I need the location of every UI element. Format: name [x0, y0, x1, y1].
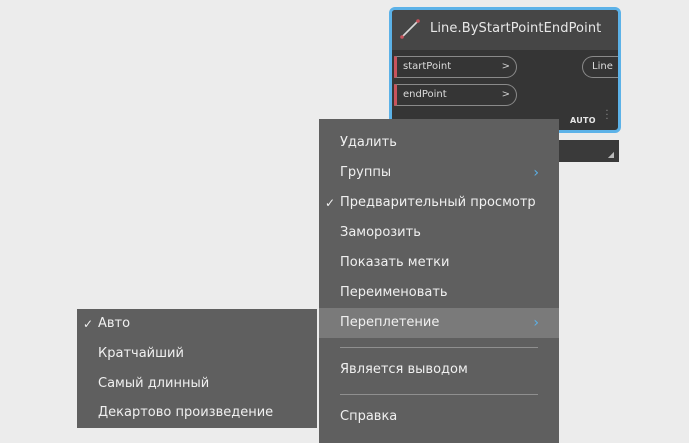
chevron-right-icon: ›: [533, 315, 539, 331]
input-port-end-point[interactable]: endPoint >: [394, 84, 517, 106]
menu-item-groups[interactable]: Группы ›: [319, 158, 559, 188]
chevron-right-icon: ›: [533, 165, 539, 181]
menu-item-is-output[interactable]: Является выводом: [319, 355, 559, 385]
submenu-item-longest[interactable]: Самый длинный: [77, 369, 317, 399]
menu-item-label: Авто: [98, 316, 131, 331]
check-icon: ✓: [83, 317, 94, 331]
menu-item-help[interactable]: Справка: [319, 402, 559, 432]
menu-item-freeze[interactable]: Заморозить: [319, 218, 559, 248]
line-icon: [400, 19, 420, 39]
port-label: endPoint: [403, 89, 447, 100]
menu-item-label: Кратчайший: [98, 346, 184, 361]
submenu-item-auto[interactable]: ✓ Авто: [77, 309, 317, 339]
menu-item-label: Переплетение: [340, 315, 440, 330]
menu-separator: [340, 394, 538, 395]
menu-separator: [340, 347, 538, 348]
menu-item-label: Предварительный просмотр: [340, 195, 536, 210]
menu-item-label: Удалить: [340, 135, 397, 150]
menu-item-preview[interactable]: ✓ Предварительный просмотр: [319, 188, 559, 218]
output-port-line[interactable]: Line: [582, 56, 618, 78]
node-context-menu: Удалить Группы › ✓ Предварительный просм…: [319, 119, 559, 443]
submenu-item-shortest[interactable]: Кратчайший: [77, 339, 317, 369]
workspace-canvas[interactable]: Line.ByStartPointEndPoint startPoint > e…: [0, 0, 689, 443]
chevron-right-icon: >: [501, 61, 510, 72]
node-line-by-start-point-end-point[interactable]: Line.ByStartPointEndPoint startPoint > e…: [389, 7, 621, 133]
menu-item-label: Является выводом: [340, 362, 468, 377]
menu-item-label: Самый длинный: [98, 376, 210, 391]
more-options-icon[interactable]: · · ·: [605, 107, 609, 125]
port-label: Line: [592, 61, 613, 72]
check-icon: ✓: [325, 196, 336, 210]
submenu-item-cross-product[interactable]: Декартово произведение: [77, 398, 317, 428]
node-header[interactable]: Line.ByStartPointEndPoint: [392, 10, 618, 50]
input-port-start-point[interactable]: startPoint >: [394, 56, 517, 78]
menu-item-label: Заморозить: [340, 225, 421, 240]
node-title: Line.ByStartPointEndPoint: [430, 21, 602, 36]
menu-item-label: Показать метки: [340, 255, 450, 270]
menu-item-show-labels[interactable]: Показать метки: [319, 248, 559, 278]
menu-item-label: Группы: [340, 165, 392, 180]
port-label: startPoint: [403, 61, 452, 72]
menu-item-label: Переименовать: [340, 285, 448, 300]
chevron-right-icon: >: [501, 89, 510, 100]
menu-item-label: Декартово произведение: [98, 405, 274, 420]
resize-grip-icon[interactable]: ◢: [608, 150, 614, 159]
lacing-indicator: AUTO: [570, 116, 596, 125]
menu-item-lacing[interactable]: Переплетение ›: [319, 308, 559, 338]
menu-item-label: Справка: [340, 409, 398, 424]
menu-item-delete[interactable]: Удалить: [319, 128, 559, 158]
menu-item-rename[interactable]: Переименовать: [319, 278, 559, 308]
lacing-submenu: ✓ Авто Кратчайший Самый длинный Декартов…: [77, 309, 317, 428]
preview-bubble[interactable]: ◢: [556, 140, 619, 162]
